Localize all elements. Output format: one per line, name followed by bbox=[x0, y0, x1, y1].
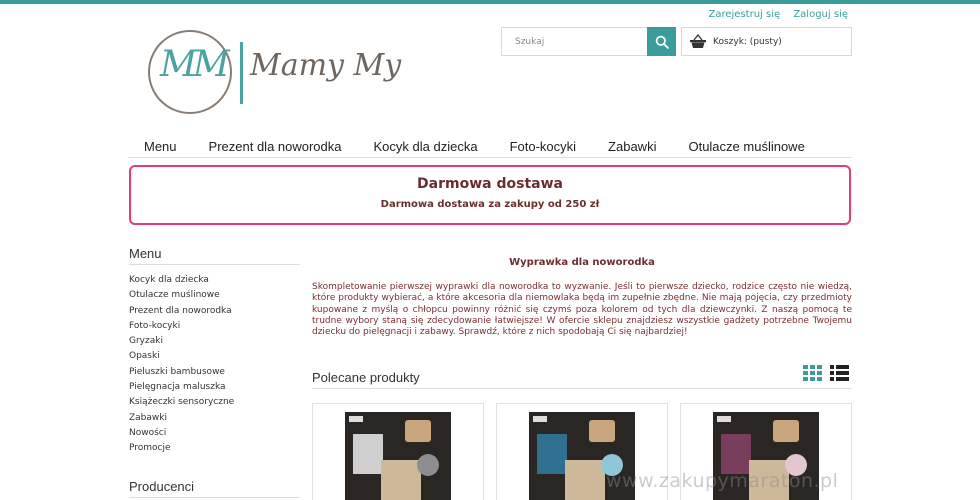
cart-label: Koszyk: (pusty) bbox=[713, 36, 782, 47]
basket-icon bbox=[690, 34, 706, 48]
sidebar-menu-heading: Menu bbox=[129, 246, 300, 265]
sidebar-item-pielegnacja[interactable]: Pielęgnacja maluszka bbox=[129, 380, 300, 395]
category-title: Wyprawka dla noworodka bbox=[509, 257, 655, 268]
logo-divider bbox=[240, 42, 243, 104]
muslin-blanket bbox=[721, 434, 751, 474]
search-button[interactable] bbox=[647, 27, 676, 56]
muslin-blanket bbox=[353, 434, 383, 474]
recommended-heading: Polecane produkty bbox=[312, 370, 420, 385]
account-links: Zarejestruj się Zaloguj się bbox=[699, 9, 849, 20]
promo-title: Darmowa dostawa bbox=[417, 176, 563, 192]
nav-item-menu[interactable]: Menu bbox=[128, 136, 193, 157]
category-text: Skompletowanie pierwszej wyprawki dla no… bbox=[312, 282, 852, 338]
logo-monogram: MM bbox=[160, 44, 230, 85]
gift-box bbox=[381, 460, 421, 500]
product-card[interactable] bbox=[312, 403, 484, 500]
top-accent-bar bbox=[0, 0, 980, 4]
main-nav: Menu Prezent dla noworodka Kocyk dla dzi… bbox=[128, 136, 852, 158]
product-image bbox=[345, 412, 451, 500]
sidebar-item-promocje[interactable]: Promocje bbox=[129, 441, 300, 456]
brush bbox=[773, 420, 799, 442]
bunny-rattle bbox=[417, 454, 439, 476]
logo-text: Mamy My bbox=[250, 48, 402, 83]
product-tag bbox=[717, 416, 731, 422]
sidebar-item-prezent[interactable]: Prezent dla noworodka bbox=[129, 304, 300, 319]
recommended-header: Polecane produkty bbox=[312, 364, 852, 389]
nav-item-zabawki[interactable]: Zabawki bbox=[592, 136, 672, 157]
category-description: Wyprawka dla noworodka Skompletowanie pi… bbox=[312, 257, 852, 338]
sidebar-item-nowosci[interactable]: Nowości bbox=[129, 426, 300, 441]
nav-item-prezent[interactable]: Prezent dla noworodka bbox=[193, 136, 358, 157]
login-link[interactable]: Zaloguj się bbox=[793, 9, 848, 20]
nav-item-foto-kocyki[interactable]: Foto-kocyki bbox=[494, 136, 592, 157]
grid-view-icon[interactable] bbox=[803, 365, 822, 381]
sidebar-item-pieluszki[interactable]: Pieluszki bambusowe bbox=[129, 365, 300, 380]
product-tag bbox=[349, 416, 363, 422]
sidebar-item-gryzaki[interactable]: Gryzaki bbox=[129, 334, 300, 349]
sidebar-producers-heading: Producenci bbox=[129, 479, 300, 498]
watermark-text: www.zakupymaraton.pl bbox=[606, 470, 839, 492]
muslin-blanket bbox=[537, 434, 567, 474]
sidebar-category-list: Kocyk dla dziecka Otulacze muślinowe Pre… bbox=[129, 273, 300, 457]
list-view-icon[interactable] bbox=[830, 365, 849, 381]
search-box bbox=[501, 27, 676, 56]
free-shipping-banner: Darmowa dostawa Darmowa dostawa za zakup… bbox=[129, 165, 851, 225]
nav-item-otulacze[interactable]: Otulacze muślinowe bbox=[672, 136, 820, 157]
gift-box bbox=[565, 460, 605, 500]
brush bbox=[589, 420, 615, 442]
product-tag bbox=[533, 416, 547, 422]
sidebar-item-opaski[interactable]: Opaski bbox=[129, 349, 300, 364]
sidebar-item-kocyk[interactable]: Kocyk dla dziecka bbox=[129, 273, 300, 288]
search-icon bbox=[655, 35, 669, 49]
sidebar-item-otulacze[interactable]: Otulacze muślinowe bbox=[129, 288, 300, 303]
search-input[interactable] bbox=[502, 28, 647, 55]
sidebar-item-zabawki[interactable]: Zabawki bbox=[129, 411, 300, 426]
brush bbox=[405, 420, 431, 442]
sidebar-item-ksiazeczki[interactable]: Książeczki sensoryczne bbox=[129, 395, 300, 410]
cart-button[interactable]: Koszyk: (pusty) bbox=[681, 27, 852, 56]
sidebar-item-foto-kocyki[interactable]: Foto-kocyki bbox=[129, 319, 300, 334]
promo-subtitle: Darmowa dostawa za zakupy od 250 zł bbox=[380, 199, 600, 210]
sidebar: Menu Kocyk dla dziecka Otulacze muślinow… bbox=[129, 246, 300, 500]
shop-logo[interactable]: MM Mamy My bbox=[146, 30, 406, 116]
nav-item-kocyk[interactable]: Kocyk dla dziecka bbox=[358, 136, 494, 157]
register-link[interactable]: Zarejestruj się bbox=[709, 9, 781, 20]
